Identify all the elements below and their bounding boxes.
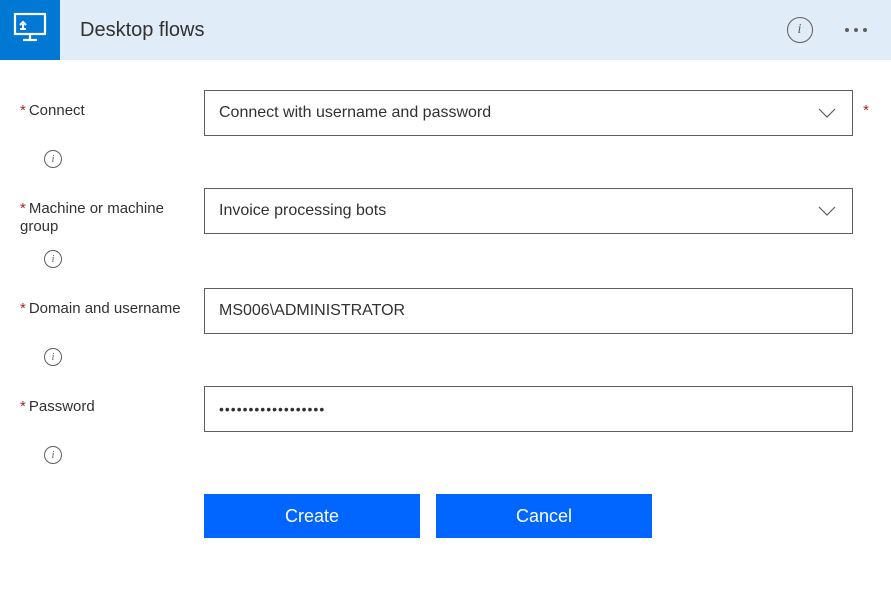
chevron-down-icon [816, 107, 838, 119]
create-button[interactable]: Create [204, 494, 420, 538]
connection-form: *Connect Connect with username and passw… [0, 60, 891, 558]
dialog-header: Desktop flows i [0, 0, 891, 60]
chevron-down-icon [816, 205, 838, 217]
password-label: *Password [20, 398, 95, 415]
dialog-title: Desktop flows [80, 19, 205, 42]
domain-input[interactable] [204, 288, 853, 334]
required-indicator: * [863, 102, 869, 119]
header-actions: i [787, 17, 872, 43]
cancel-button[interactable]: Cancel [436, 494, 652, 538]
domain-row: *Domain and username [20, 288, 871, 334]
password-row: *Password [20, 386, 871, 432]
domain-label: *Domain and username [20, 300, 181, 317]
machine-label: *Machine or machine group [20, 200, 164, 235]
password-input[interactable] [204, 386, 853, 432]
domain-info-icon[interactable]: i [44, 348, 62, 366]
header-info-icon[interactable]: i [787, 17, 813, 43]
app-icon-box [0, 0, 60, 60]
password-info-icon[interactable]: i [44, 446, 62, 464]
connect-info-icon[interactable]: i [44, 150, 62, 168]
connect-value: Connect with username and password [219, 104, 816, 122]
action-buttons: Create Cancel [204, 494, 871, 538]
connect-select[interactable]: Connect with username and password [204, 90, 853, 136]
connect-label: *Connect [20, 102, 85, 119]
machine-select[interactable]: Invoice processing bots [204, 188, 853, 234]
desktop-flows-icon [12, 10, 48, 51]
machine-row: *Machine or machine group Invoice proces… [20, 188, 871, 236]
machine-value: Invoice processing bots [219, 202, 816, 220]
more-options-icon[interactable] [841, 24, 872, 37]
machine-info-icon[interactable]: i [44, 250, 62, 268]
connect-row: *Connect Connect with username and passw… [20, 90, 871, 136]
